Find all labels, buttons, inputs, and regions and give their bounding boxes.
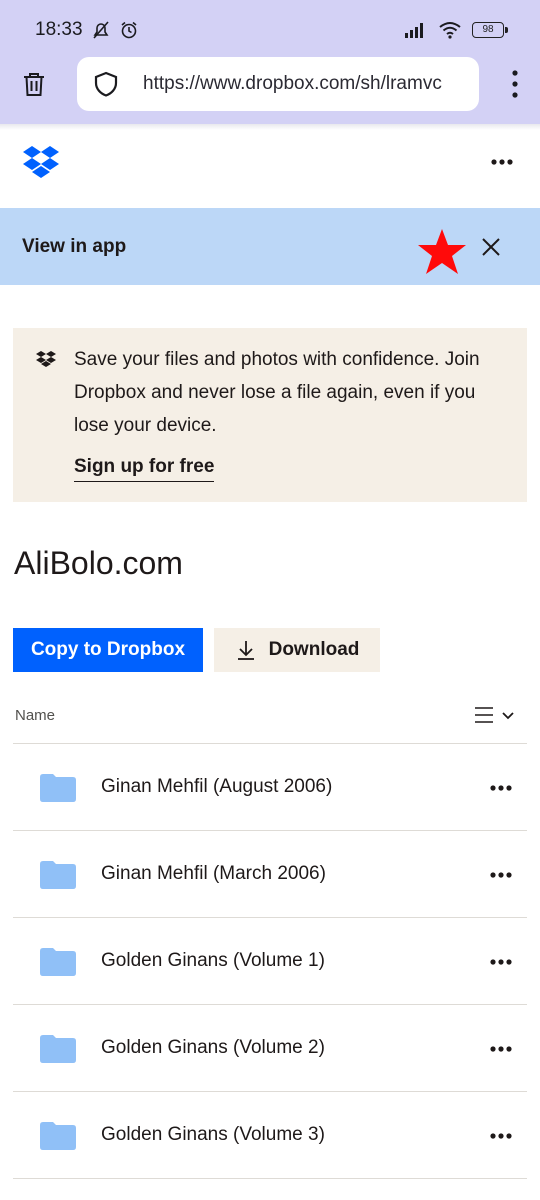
page-title: AliBolo.com — [14, 545, 183, 581]
folder-name[interactable]: Golden Ginans (Volume 2) — [101, 1037, 325, 1059]
folder-icon — [40, 774, 76, 802]
folder-row[interactable]: Golden Ginans (Volume 1) — [13, 918, 527, 1005]
wifi-icon — [439, 22, 461, 39]
signal-icon — [405, 23, 423, 38]
close-icon[interactable] — [478, 234, 504, 260]
more-options-icon[interactable] — [489, 952, 513, 972]
star-icon — [418, 229, 466, 274]
browser-toolbar: https://www.dropbox.com/sh/lramvc — [0, 57, 540, 124]
trash-icon[interactable] — [20, 70, 48, 98]
view-in-app-banner[interactable]: View in app — [0, 208, 540, 285]
folder-name[interactable]: Ginan Mehfil (August 2006) — [101, 776, 332, 798]
folder-name[interactable]: Golden Ginans (Volume 3) — [101, 1124, 325, 1146]
folder-name[interactable]: Ginan Mehfil (March 2006) — [101, 863, 326, 885]
folder-row[interactable]: Golden Ginans (Volume 2) — [13, 1005, 527, 1092]
signup-promo-card: Save your files and photos with confiden… — [13, 328, 527, 502]
alarm-icon — [121, 21, 137, 39]
more-options-icon[interactable] — [489, 865, 513, 885]
battery-indicator: 98 — [472, 22, 508, 38]
folder-row[interactable]: Ginan Mehfil (March 2006) — [13, 831, 527, 918]
sort-options-icon[interactable] — [473, 705, 519, 725]
folder-icon — [40, 948, 76, 976]
download-icon — [237, 641, 254, 660]
folder-row[interactable]: Ginan Mehfil (August 2006) — [13, 744, 527, 831]
more-options-icon[interactable] — [489, 778, 513, 798]
sign-up-link[interactable]: Sign up for free — [74, 456, 215, 482]
shield-icon[interactable] — [93, 71, 119, 97]
site-header — [0, 130, 540, 206]
status-time: 18:33 — [35, 19, 83, 40]
name-column-header[interactable]: Name — [15, 707, 55, 724]
dropbox-logo[interactable] — [22, 145, 60, 179]
folder-icon — [40, 861, 76, 889]
promo-text: Save your files and photos with confiden… — [74, 349, 480, 436]
url-bar[interactable]: https://www.dropbox.com/sh/lramvc — [77, 57, 479, 111]
copy-to-dropbox-button[interactable]: Copy to Dropbox — [13, 628, 203, 672]
folder-icon — [40, 1035, 76, 1063]
folder-icon — [40, 1122, 76, 1150]
download-button[interactable]: Download — [214, 628, 380, 672]
status-bar: 18:33 98 — [0, 0, 540, 60]
more-options-icon[interactable] — [489, 1126, 513, 1146]
dropbox-mini-icon — [36, 351, 56, 367]
download-label[interactable]: Download — [269, 639, 360, 661]
more-options-icon[interactable] — [489, 1039, 513, 1059]
view-in-app-label[interactable]: View in app — [22, 236, 126, 258]
url-text[interactable]: https://www.dropbox.com/sh/lramvc — [143, 73, 442, 95]
more-options-icon[interactable] — [490, 152, 514, 172]
folder-name[interactable]: Golden Ginans (Volume 1) — [101, 950, 325, 972]
folder-row[interactable]: Golden Ginans (Volume 3) — [13, 1092, 527, 1179]
mute-notification-icon — [92, 21, 109, 39]
file-list-header: Name — [13, 697, 527, 744]
browser-menu-icon[interactable] — [508, 68, 522, 100]
